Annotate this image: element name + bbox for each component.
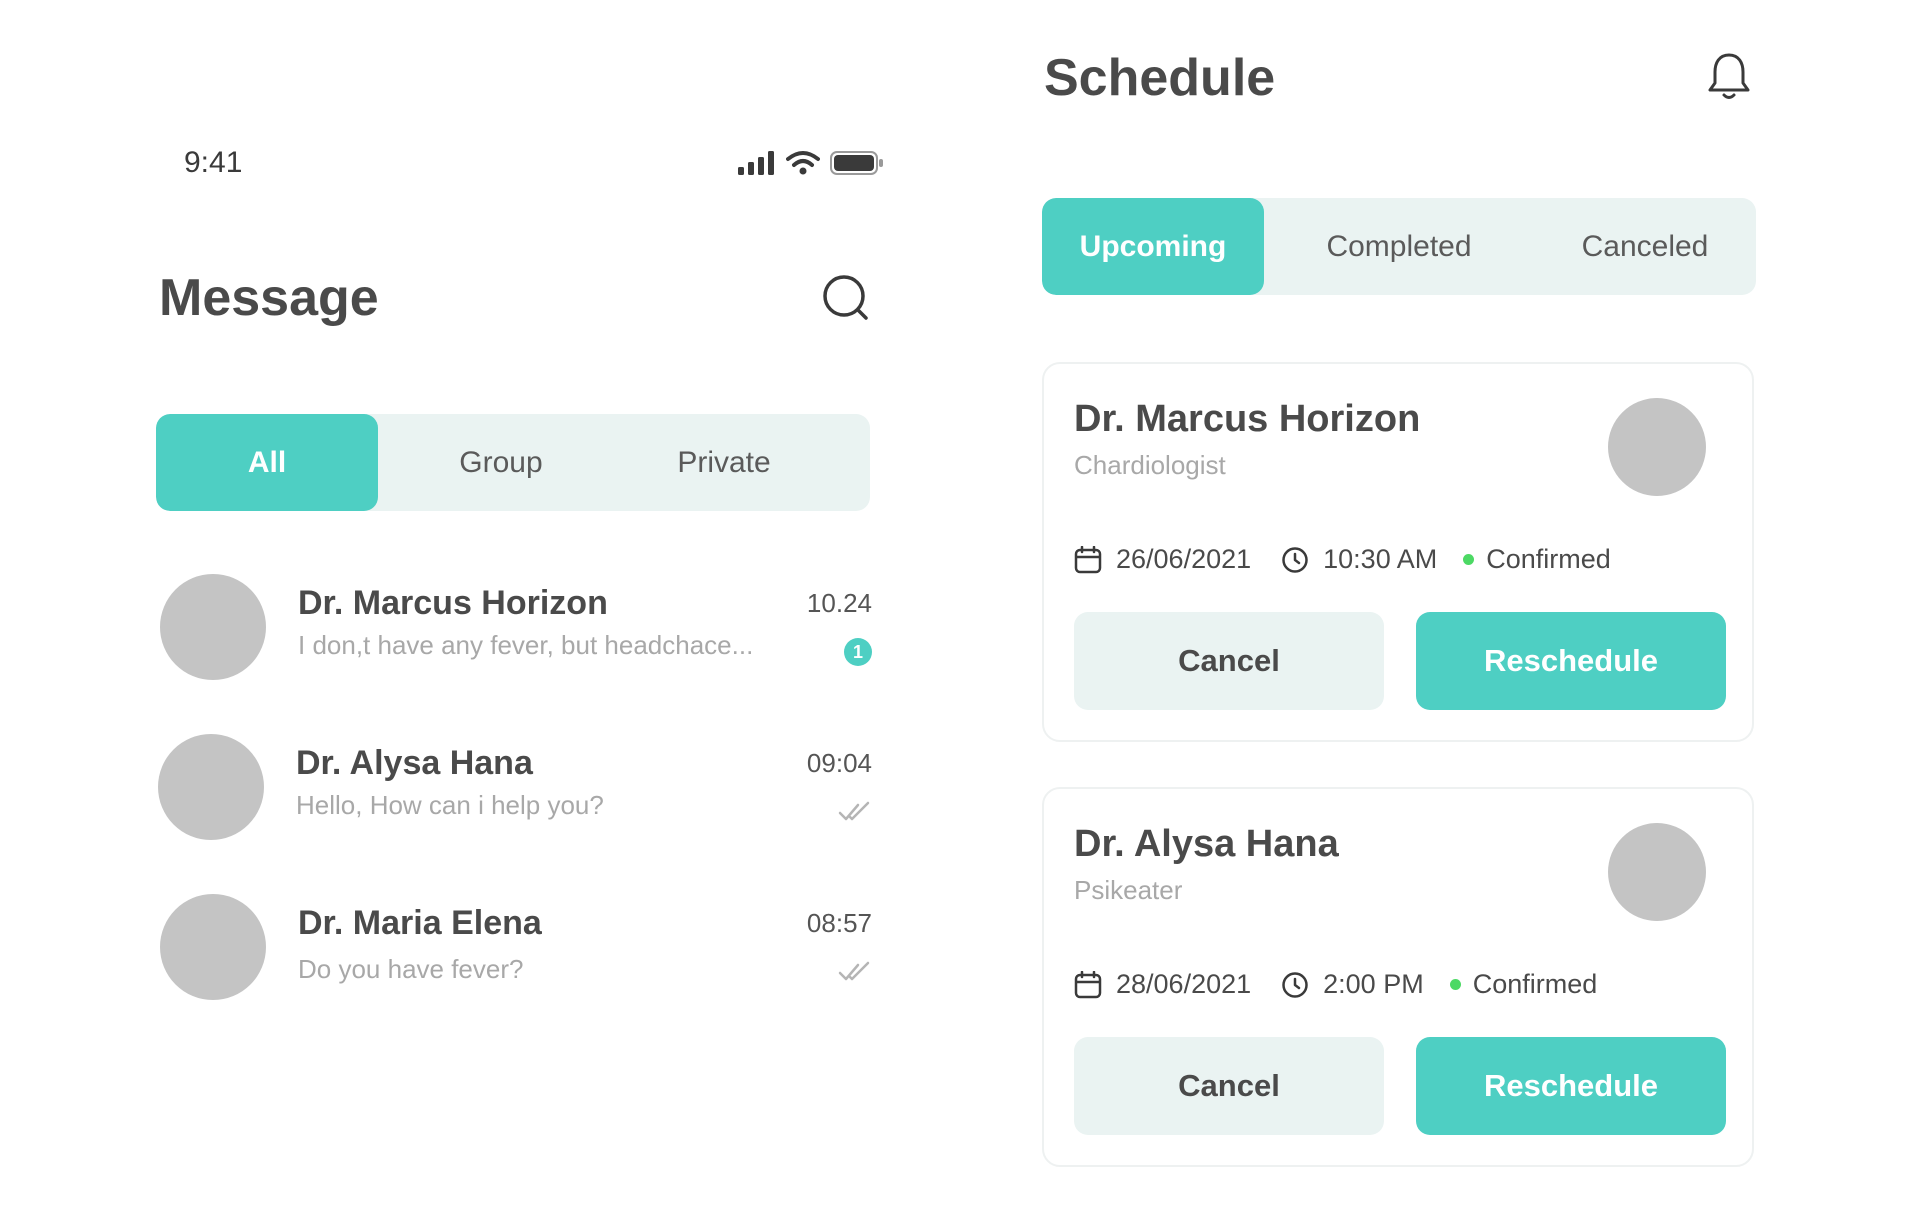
appointment-meta: 28/06/2021 2:00 PM Confirmed [1074, 969, 1597, 1000]
message-title: Message [159, 269, 379, 327]
chat-item-maria-elena[interactable]: Dr. Maria Elena Do you have fever? 08:57 [156, 894, 872, 1006]
chat-item-alysa-hana[interactable]: Dr. Alysa Hana Hello, How can i help you… [156, 734, 872, 846]
unread-badge: 1 [844, 638, 872, 666]
appointment-date: 26/06/2021 [1116, 544, 1252, 574]
avatar [160, 574, 266, 680]
status-bar-time: 9:41 [184, 146, 243, 179]
search-icon [823, 275, 868, 320]
calendar-icon [1074, 970, 1102, 998]
bell-icon [1708, 53, 1750, 99]
appointment-specialty: Chardiologist [1074, 450, 1226, 480]
cancel-button[interactable]: Cancel [1074, 612, 1384, 710]
chat-time: 09:04 [806, 748, 872, 778]
chat-name: Dr. Alysa Hana [296, 744, 533, 782]
avatar [160, 894, 266, 1000]
appointment-card-alysa-hana: Dr. Alysa Hana Psikeater 28/06/2021 2:00… [1042, 787, 1754, 1167]
status-dot [1449, 979, 1461, 990]
appointment-date: 28/06/2021 [1116, 969, 1252, 999]
clock-icon [1282, 971, 1308, 998]
appointment-doctor-name: Dr. Marcus Horizon [1074, 398, 1421, 440]
search-button[interactable] [820, 270, 872, 326]
chat-time: 10.24 [806, 588, 872, 618]
battery-icon [830, 151, 883, 175]
chat-preview: Hello, How can i help you? [296, 790, 604, 820]
clock-icon [1282, 546, 1308, 573]
chat-time: 08:57 [806, 908, 872, 938]
avatar [1608, 823, 1706, 921]
wifi-icon [786, 151, 820, 175]
tab-completed[interactable]: Completed [1264, 198, 1534, 295]
avatar [158, 734, 264, 840]
message-filter-tabs: All Group Private [156, 414, 870, 511]
appointment-status: Confirmed [1472, 969, 1598, 999]
schedule-filter-tabs: Upcoming Completed Canceled [1042, 198, 1756, 295]
signal-icon [738, 151, 774, 175]
status-bar-icons [738, 150, 884, 176]
double-check-icon [838, 801, 870, 821]
tab-canceled[interactable]: Canceled [1534, 198, 1756, 295]
cancel-button[interactable]: Cancel [1074, 1037, 1384, 1135]
reschedule-button[interactable]: Reschedule [1416, 1037, 1726, 1135]
schedule-title: Schedule [1044, 49, 1276, 107]
appointment-card-marcus-horizon: Dr. Marcus Horizon Chardiologist 26/06/2… [1042, 362, 1754, 742]
reschedule-button[interactable]: Reschedule [1416, 612, 1726, 710]
tab-upcoming[interactable]: Upcoming [1042, 198, 1264, 295]
chat-name: Dr. Maria Elena [298, 904, 542, 942]
tab-group[interactable]: Group [378, 414, 624, 511]
appointment-time: 2:00 PM [1323, 969, 1424, 999]
appointment-doctor-name: Dr. Alysa Hana [1074, 823, 1339, 865]
tab-all[interactable]: All [156, 414, 378, 511]
appointment-meta: 26/06/2021 10:30 AM Confirmed [1074, 544, 1611, 575]
avatar [1608, 398, 1706, 496]
calendar-icon [1074, 545, 1102, 573]
appointment-status: Confirmed [1486, 544, 1611, 574]
appointment-specialty: Psikeater [1074, 875, 1183, 905]
appointment-time: 10:30 AM [1323, 544, 1438, 574]
status-dot [1463, 554, 1475, 565]
chat-preview: Do you have fever? [298, 954, 524, 984]
chat-preview: I don,t have any fever, but headchace... [298, 630, 754, 660]
chat-name: Dr. Marcus Horizon [298, 584, 608, 622]
double-check-icon [838, 961, 870, 981]
tab-private[interactable]: Private [624, 414, 824, 511]
notifications-button[interactable] [1706, 50, 1752, 102]
chat-item-marcus-horizon[interactable]: Dr. Marcus Horizon I don,t have any feve… [156, 574, 872, 686]
